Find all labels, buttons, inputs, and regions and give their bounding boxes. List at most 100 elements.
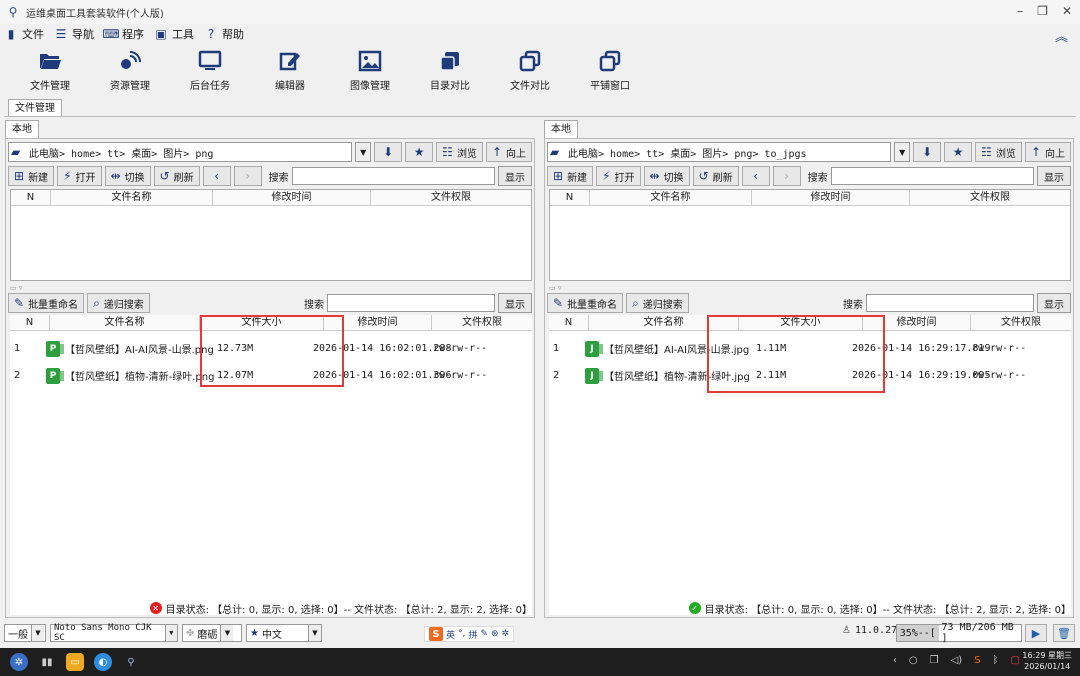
show-button[interactable]: 显示 bbox=[1037, 293, 1071, 313]
tab-local[interactable]: 本地 bbox=[544, 120, 578, 138]
tool-tile-windows[interactable]: 平铺窗口 bbox=[570, 44, 650, 98]
col-mtime[interactable]: 修改时间 bbox=[863, 315, 971, 330]
file-search-input[interactable] bbox=[327, 294, 495, 312]
dir-search-input[interactable] bbox=[291, 167, 495, 185]
col-name[interactable]: 文件名称 bbox=[50, 315, 200, 330]
recursive-search-button[interactable]: ⌕ 递归搜索 bbox=[87, 293, 150, 313]
app-logo-icon[interactable]: ⚲ bbox=[122, 653, 140, 671]
splitter-handle[interactable]: ▭ ▿ bbox=[549, 284, 561, 292]
ime-toolbar[interactable]: S 英 °, 拼 ✎ ⊛ ✲ bbox=[424, 626, 515, 642]
notification-icon[interactable]: ▢ bbox=[1011, 655, 1020, 666]
mode-select[interactable]: 一般 ▼ bbox=[4, 624, 46, 642]
file-manager-icon[interactable]: ▭ bbox=[66, 653, 84, 671]
star-icon[interactable]: ★ bbox=[944, 142, 973, 162]
col-size[interactable]: 文件大小 bbox=[739, 315, 863, 330]
dir-search-input[interactable] bbox=[830, 167, 1034, 185]
col-mtime[interactable]: 修改时间 bbox=[752, 190, 910, 205]
file-table[interactable]: N 文件名称 文件大小 修改时间 文件权限 1 P 【哲风壁纸】AI-AI风景-… bbox=[10, 315, 532, 615]
tool-file-compare[interactable]: 文件对比 bbox=[490, 44, 570, 98]
clock[interactable]: 16:29 星期三 2026/01/14 bbox=[1022, 650, 1072, 672]
volume-icon[interactable]: ◁) bbox=[951, 655, 963, 666]
col-mtime[interactable]: 修改时间 bbox=[213, 190, 371, 205]
font-select[interactable]: Noto Sans Mono CJK SC ▼ bbox=[50, 623, 178, 643]
show-button[interactable]: 显示 bbox=[498, 293, 532, 313]
file-search-input[interactable] bbox=[866, 294, 1034, 312]
tool-editor[interactable]: 编辑器 bbox=[250, 44, 330, 98]
browse-button[interactable]: ☷ 浏览 bbox=[436, 142, 483, 162]
new-button[interactable]: ⊞ 新建 bbox=[547, 166, 594, 186]
refresh-button[interactable]: ↺ 刷新 bbox=[153, 166, 200, 186]
new-button[interactable]: ⊞ 新建 bbox=[8, 166, 55, 186]
download-icon[interactable]: ⬇ bbox=[913, 142, 942, 162]
col-perm[interactable]: 文件权限 bbox=[910, 190, 1070, 205]
back-icon[interactable]: ‹ bbox=[741, 166, 770, 186]
sogou-tray-icon[interactable]: S bbox=[974, 655, 980, 666]
menu-help[interactable]: ? 帮助 bbox=[204, 26, 244, 42]
col-n[interactable]: N bbox=[549, 315, 589, 330]
path-combo[interactable]: ▰ 此电脑> home> tt> 桌面> 图片> png> to_jpgs bbox=[547, 142, 892, 162]
play-icon[interactable]: ▶ bbox=[1025, 624, 1047, 642]
trash-icon[interactable]: 🗑 bbox=[1053, 624, 1075, 642]
menu-navigate[interactable]: ☰ 导航 bbox=[54, 26, 94, 42]
tool-background-tasks[interactable]: 后台任务 bbox=[170, 44, 250, 98]
col-name[interactable]: 文件名称 bbox=[51, 190, 213, 205]
recursive-search-button[interactable]: ⌕ 递归搜索 bbox=[626, 293, 689, 313]
tab-file-manager[interactable]: 文件管理 bbox=[8, 99, 62, 117]
theme-select[interactable]: ✤ 磨砺 ▼ bbox=[182, 624, 242, 642]
table-row[interactable]: 1 J 【哲风壁纸】AI-AI风景-山景.jpg 1.11M 2026-01-1… bbox=[549, 335, 1071, 362]
splitter-handle[interactable]: ▭ ▿ bbox=[10, 284, 22, 292]
tool-image-manager[interactable]: 图像管理 bbox=[330, 44, 410, 98]
col-size[interactable]: 文件大小 bbox=[200, 315, 324, 330]
col-perm[interactable]: 文件权限 bbox=[971, 315, 1071, 330]
start-menu-icon[interactable]: ✲ bbox=[10, 653, 28, 671]
col-name[interactable]: 文件名称 bbox=[590, 190, 752, 205]
chevron-left-icon[interactable]: ‹ bbox=[893, 655, 897, 666]
show-button[interactable]: 显示 bbox=[498, 166, 532, 186]
tool-dir-compare[interactable]: 目录对比 bbox=[410, 44, 490, 98]
restore-icon[interactable]: ❐ bbox=[1037, 4, 1048, 18]
dir-table[interactable]: N 文件名称 修改时间 文件权限 bbox=[10, 189, 532, 281]
col-mtime[interactable]: 修改时间 bbox=[324, 315, 432, 330]
switch-button[interactable]: ⇹ 切换 bbox=[643, 166, 690, 186]
up-button[interactable]: ↑ 向上 bbox=[485, 142, 532, 162]
tool-file-manager[interactable]: 文件管理 bbox=[10, 44, 90, 98]
tab-local[interactable]: 本地 bbox=[5, 120, 39, 138]
multitask-icon[interactable]: ▮▮ bbox=[38, 653, 56, 671]
up-button[interactable]: ↑ 向上 bbox=[1024, 142, 1071, 162]
back-icon[interactable]: ‹ bbox=[202, 166, 231, 186]
show-button[interactable]: 显示 bbox=[1037, 166, 1071, 186]
forward-icon[interactable]: › bbox=[233, 166, 262, 186]
path-dropdown[interactable]: ▼ bbox=[894, 142, 911, 162]
table-row[interactable]: 2 J 【哲风壁纸】植物-清新-绿叶.jpg 2.11M 2026-01-14 … bbox=[549, 362, 1071, 389]
open-button[interactable]: ⚡ 打开 bbox=[57, 166, 102, 186]
language-select[interactable]: ★ 中文 ▼ bbox=[246, 624, 322, 642]
switch-button[interactable]: ⇹ 切换 bbox=[104, 166, 151, 186]
forward-icon[interactable]: › bbox=[772, 166, 801, 186]
col-perm[interactable]: 文件权限 bbox=[432, 315, 532, 330]
batch-rename-button[interactable]: ✎ 批量重命名 bbox=[547, 293, 624, 313]
dir-table[interactable]: N 文件名称 修改时间 文件权限 bbox=[549, 189, 1071, 281]
col-name[interactable]: 文件名称 bbox=[589, 315, 739, 330]
download-icon[interactable]: ⬇ bbox=[374, 142, 403, 162]
tool-resource-manager[interactable]: 资源管理 bbox=[90, 44, 170, 98]
file-table[interactable]: N 文件名称 文件大小 修改时间 文件权限 1 J 【哲风壁纸】AI-AI风景-… bbox=[549, 315, 1071, 615]
menu-tools[interactable]: ▣ 工具 bbox=[154, 26, 194, 42]
clipboard-icon[interactable]: ❐ bbox=[930, 655, 939, 666]
col-n[interactable]: N bbox=[10, 315, 50, 330]
batch-rename-button[interactable]: ✎ 批量重命名 bbox=[8, 293, 85, 313]
browse-button[interactable]: ☷ 浏览 bbox=[975, 142, 1022, 162]
open-button[interactable]: ⚡ 打开 bbox=[596, 166, 641, 186]
refresh-button[interactable]: ↺ 刷新 bbox=[692, 166, 739, 186]
path-dropdown[interactable]: ▼ bbox=[355, 142, 372, 162]
table-row[interactable]: 2 P 【哲风壁纸】植物-清新-绿叶.png 12.07M 2026-01-14… bbox=[10, 362, 532, 389]
star-icon[interactable]: ★ bbox=[405, 142, 434, 162]
menu-file[interactable]: ▮ 文件 bbox=[4, 26, 44, 42]
search-icon[interactable]: ○ bbox=[909, 655, 918, 666]
col-n[interactable]: N bbox=[11, 190, 51, 205]
col-n[interactable]: N bbox=[550, 190, 590, 205]
chevron-up-icon[interactable]: ︽ bbox=[1055, 26, 1068, 45]
path-combo[interactable]: ▰ 此电脑> home> tt> 桌面> 图片> png bbox=[8, 142, 353, 162]
col-perm[interactable]: 文件权限 bbox=[371, 190, 531, 205]
close-icon[interactable]: ✕ bbox=[1062, 4, 1072, 18]
table-row[interactable]: 1 P 【哲风壁纸】AI-AI风景-山景.png 12.73M 2026-01-… bbox=[10, 335, 532, 362]
